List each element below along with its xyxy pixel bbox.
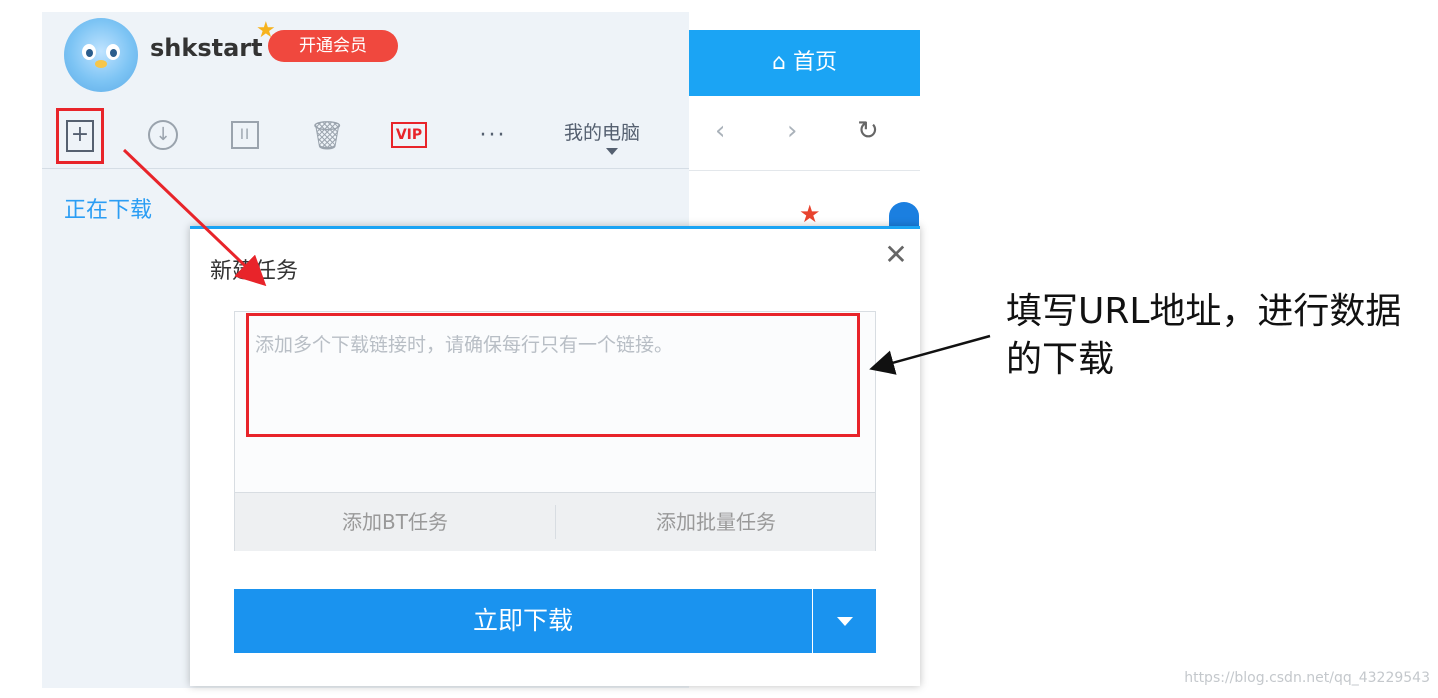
url-area: 添加BT任务 添加批量任务: [234, 311, 876, 551]
delete-button[interactable]: 🗑: [304, 112, 350, 158]
pause-button[interactable]: II: [222, 112, 268, 158]
divider: [42, 168, 689, 169]
more-button[interactable]: ···: [470, 112, 516, 158]
add-batch-task-button[interactable]: 添加批量任务: [556, 493, 876, 551]
watermark: https://blog.csdn.net/qq_43229543: [1184, 670, 1430, 686]
add-bt-task-button[interactable]: 添加BT任务: [235, 493, 555, 551]
tab-home[interactable]: ⌂ 首页: [689, 30, 920, 96]
vip-button[interactable]: VIP: [386, 112, 432, 158]
my-computer-dropdown[interactable]: 我的电脑: [564, 118, 640, 145]
open-vip-button[interactable]: 开通会员: [268, 30, 398, 62]
avatar-eye-icon: [106, 44, 120, 60]
url-actions: 添加BT任务 添加批量任务: [235, 492, 875, 551]
trash-icon: 🗑: [309, 118, 345, 152]
url-input[interactable]: [235, 312, 875, 490]
back-icon[interactable]: ‹: [715, 116, 725, 146]
forward-icon[interactable]: ›: [787, 116, 797, 146]
avatar[interactable]: [64, 18, 138, 92]
start-download-button[interactable]: ↓: [140, 112, 186, 158]
download-now-button[interactable]: 立即下载: [234, 589, 812, 653]
close-icon[interactable]: ✕: [880, 239, 912, 271]
vip-icon: VIP: [391, 122, 427, 148]
refresh-icon[interactable]: ↻: [857, 116, 879, 146]
new-task-dialog: 新建任务 ✕ 添加BT任务 添加批量任务 立即下载: [190, 226, 920, 686]
new-task-button[interactable]: +: [56, 108, 104, 164]
avatar-eye-icon: [82, 44, 96, 60]
sidebar-item-downloading[interactable]: 正在下载: [64, 192, 152, 224]
avatar-beak-icon: [95, 60, 107, 68]
more-icon: ···: [479, 122, 507, 148]
download-options-button[interactable]: [813, 589, 876, 653]
pause-icon: II: [231, 121, 259, 149]
username: shkstart: [150, 34, 263, 62]
crown-icon: ★: [799, 200, 821, 228]
new-task-icon: +: [66, 120, 94, 152]
browser-nav: ‹ › ↻: [689, 96, 920, 171]
download-icon: ↓: [148, 120, 178, 150]
dialog-title: 新建任务: [210, 259, 299, 284]
chevron-down-icon: [606, 148, 618, 155]
annotation-text: 填写URL地址，进行数据的下载: [1006, 291, 1402, 380]
